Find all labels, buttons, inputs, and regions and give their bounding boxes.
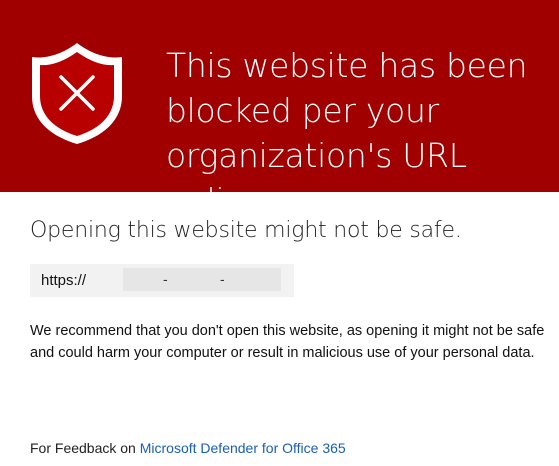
page-subtitle: Opening this website might not be safe.: [30, 218, 462, 243]
url-separator: -: [163, 271, 168, 287]
redacted-url: [123, 268, 281, 291]
blocked-url-box: https:// - -: [30, 264, 294, 297]
warning-banner: This website has been blocked per your o…: [0, 0, 559, 220]
safety-message: We recommend that you don't open this we…: [30, 323, 545, 361]
url-separator: -: [220, 271, 225, 287]
defender-feedback-link[interactable]: Microsoft Defender for Office 365: [140, 440, 346, 456]
feedback-footer: For Feedback on Microsoft Defender for O…: [30, 439, 346, 457]
banner-title: This website has been blocked per your o…: [166, 46, 528, 220]
shield-x-icon: [32, 43, 122, 144]
feedback-label: For Feedback on: [30, 440, 136, 456]
blocked-page: This website has been blocked per your o…: [0, 0, 559, 466]
url-prefix: https://: [41, 272, 87, 289]
